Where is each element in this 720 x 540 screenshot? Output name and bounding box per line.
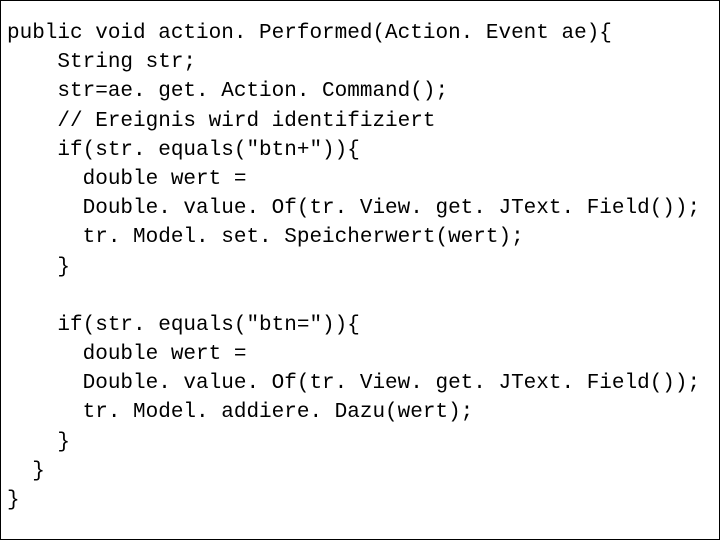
- code-block: public void action. Performed(Action. Ev…: [0, 0, 720, 540]
